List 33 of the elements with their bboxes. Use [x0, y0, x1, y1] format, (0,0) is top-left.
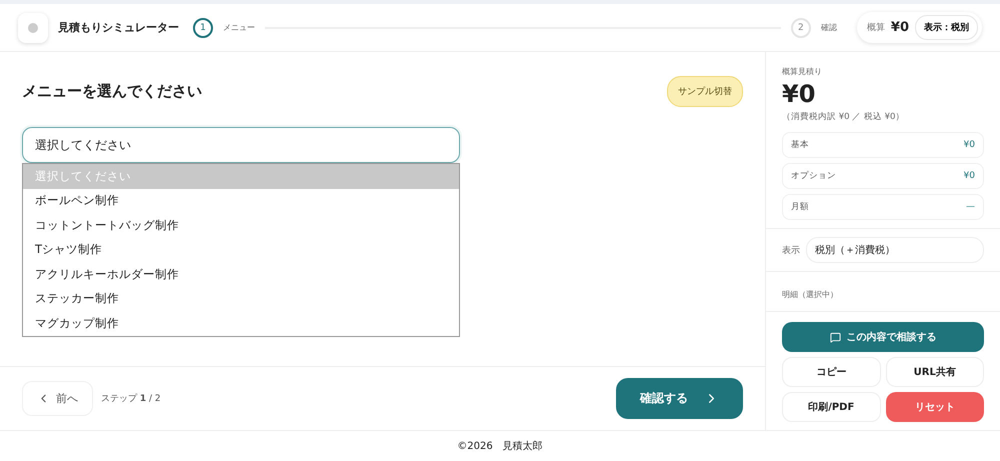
summary-label: 概算	[866, 22, 885, 34]
price-line-label: オプション	[791, 170, 836, 182]
display-label: 表示	[782, 244, 800, 256]
action-button[interactable]: URL共有	[886, 357, 984, 387]
confirm-button[interactable]: 確認する	[616, 378, 743, 419]
tax-note: （消費税内訳 ¥0 ／ 税込 ¥0）	[782, 111, 906, 123]
logo-icon	[18, 12, 48, 42]
details-label: 明細（選択中）	[782, 290, 838, 299]
prev-button[interactable]: 前へ	[22, 381, 93, 416]
price-line-value: ¥0	[964, 171, 975, 181]
menu-select[interactable]: 選択してください	[22, 127, 460, 163]
step-number: 1	[193, 18, 213, 38]
estimate-label: 概算見積り	[782, 66, 823, 77]
price-line-value: —	[966, 202, 975, 212]
step-label: 確認	[820, 22, 837, 33]
chat-icon	[830, 332, 840, 342]
step-counter: ステップ 1 / 2	[101, 392, 161, 405]
summary-amount: ¥0	[890, 20, 909, 35]
action-button[interactable]: コピー	[782, 357, 880, 387]
estimate-total: ¥0	[782, 80, 816, 108]
tax-display-toggle[interactable]: 表示：税別	[915, 15, 978, 40]
sample-toggle-button[interactable]: サンプル切替	[667, 76, 743, 107]
section-heading: メニューを選んでください	[22, 82, 202, 101]
price-line-label: 月額	[791, 201, 809, 213]
price-line-value: ¥0	[964, 140, 975, 150]
footer-copyright: ©2026 見積太郎	[0, 430, 1000, 461]
action-button[interactable]: 印刷/PDF	[782, 392, 880, 422]
consult-button[interactable]: この内容で相談する	[782, 322, 984, 352]
display-select[interactable]: 税別（＋消費税）	[806, 237, 984, 263]
step-label: メニュー	[223, 22, 255, 33]
app-title: 見積もりシミュレーター	[58, 20, 179, 35]
price-line-label: 基本	[791, 139, 809, 151]
step-number: 2	[790, 18, 811, 38]
